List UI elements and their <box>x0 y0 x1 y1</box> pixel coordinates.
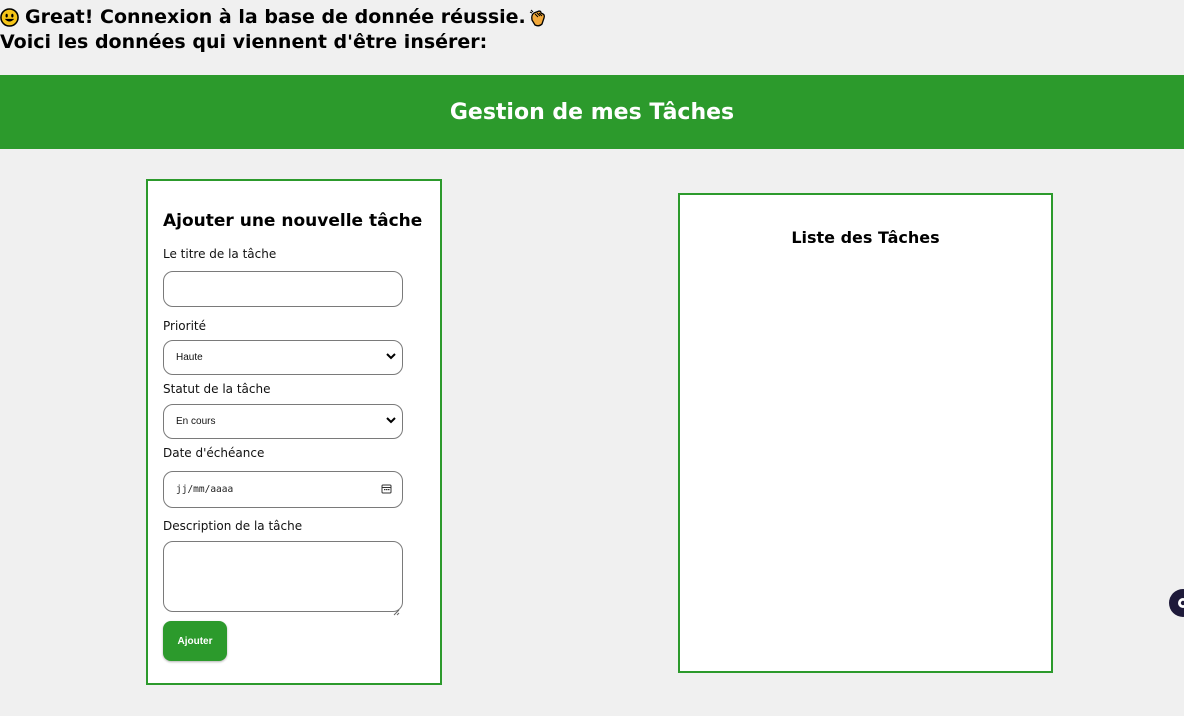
floating-widget-icon[interactable] <box>1169 589 1184 617</box>
inserted-data-text: Voici les données qui viennent d'être in… <box>0 31 488 53</box>
connection-success-text: Great! Connexion à la base de donnée réu… <box>25 6 526 28</box>
task-title-label: Le titre de la tâche <box>163 247 277 261</box>
task-title-input[interactable] <box>163 271 403 307</box>
task-list-panel: Liste des Tâches <box>678 193 1053 673</box>
resize-handle-icon[interactable] <box>392 601 400 616</box>
add-task-button[interactable]: Ajouter <box>163 621 227 661</box>
task-list-title: Liste des Tâches <box>791 228 940 247</box>
priority-label: Priorité <box>163 319 206 333</box>
due-date-input[interactable]: jj/mm/aaaa <box>163 471 403 508</box>
app-header: Gestion de mes Tâches <box>0 75 1184 149</box>
add-task-form: Ajouter une nouvelle tâche Le titre de l… <box>146 179 442 685</box>
connection-message: Great! Connexion à la base de donnée réu… <box>0 5 548 55</box>
chevron-down-icon <box>386 352 396 363</box>
due-date-label: Date d'échéance <box>163 446 265 460</box>
connection-message-line-1: Great! Connexion à la base de donnée réu… <box>0 5 548 30</box>
status-select[interactable]: En cours <box>163 404 403 439</box>
description-label: Description de la tâche <box>163 519 303 533</box>
connection-message-line-2: Voici les données qui viennent d'être in… <box>0 30 548 55</box>
due-date-placeholder: jj/mm/aaaa <box>176 484 234 495</box>
status-selected-value: En cours <box>176 416 216 427</box>
chevron-down-icon <box>386 416 396 427</box>
smiley-icon <box>0 8 19 27</box>
priority-selected-value: Haute <box>176 352 203 363</box>
form-title: Ajouter une nouvelle tâche <box>163 211 423 231</box>
clapping-hands-icon <box>528 8 548 28</box>
description-textarea[interactable] <box>163 541 403 616</box>
status-label: Statut de la tâche <box>163 382 271 396</box>
priority-select[interactable]: Haute <box>163 340 403 375</box>
calendar-icon[interactable] <box>381 483 392 497</box>
page-title: Gestion de mes Tâches <box>449 99 735 125</box>
